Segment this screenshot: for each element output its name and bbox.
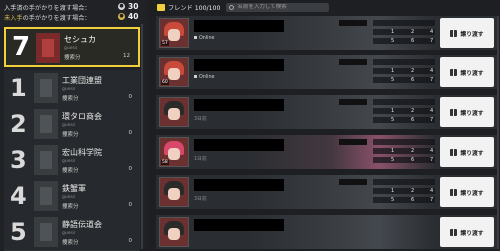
guild-count: 0 <box>128 94 133 100</box>
guild-sub: guess <box>62 195 76 200</box>
coin-icon: ● <box>118 13 125 20</box>
friend-avatar[interactable]: 60 <box>159 57 189 87</box>
hint-owned-value: 30 <box>128 2 139 11</box>
guild-rank: 5 <box>10 218 27 246</box>
guild-sub: guess <box>64 46 78 51</box>
guild-label: 捜索分 <box>64 55 81 61</box>
friend-stats: 1 2 4 5 6 7 <box>339 178 435 206</box>
guild-emblem-icon <box>34 73 58 103</box>
guild-emblem-icon <box>34 181 58 211</box>
guild-scrollbar[interactable] <box>141 24 143 249</box>
friend-row: 3日前 1 2 4 5 6 7 譲り渡す <box>156 95 498 129</box>
friend-name-redacted <box>194 59 284 71</box>
friend-status: 1日前 <box>194 157 207 162</box>
guild-item-commerce[interactable]: 2 環タロ商会 guess 捜索分 0 <box>4 106 140 143</box>
guild-sub: guess <box>62 123 76 128</box>
friend-name-redacted <box>194 139 284 151</box>
guild-item-industry[interactable]: 1 工業団連盟 guess 捜索分 0 <box>4 70 140 107</box>
hint-unowned: 未入手の手がかりを渡す場合： <box>4 15 91 22</box>
guild-count: 0 <box>128 238 133 244</box>
friend-row: 57 Online 1 2 4 5 6 7 譲り渡す <box>156 16 498 50</box>
gift-icon <box>450 148 458 156</box>
friend-name-redacted <box>194 219 284 231</box>
friend-avatar[interactable]: 58 <box>159 137 189 167</box>
give-button[interactable]: 譲り渡す <box>440 97 494 127</box>
guild-rank: 7 <box>12 32 31 62</box>
friend-avatar[interactable] <box>159 97 189 127</box>
give-button[interactable]: 譲り渡す <box>440 177 494 207</box>
friend-avatar[interactable] <box>159 217 189 247</box>
friend-status: 3日前 <box>194 117 207 122</box>
guild-emblem-icon <box>34 217 58 247</box>
search-icon <box>229 4 235 10</box>
guild-rank: 2 <box>10 110 27 138</box>
guild-emblem-icon <box>36 33 60 63</box>
gift-icon <box>450 188 458 196</box>
guild-item-seshuka[interactable]: 7 セシュカ guess 捜索分 12 <box>4 27 140 67</box>
give-button[interactable]: 譲り渡す <box>440 18 494 48</box>
guild-rank: 1 <box>10 74 27 102</box>
guild-count: 0 <box>128 166 133 172</box>
friend-stats: 1 2 4 5 6 7 <box>339 98 435 126</box>
hint-owned: 入手済の手がかりを渡す場合： <box>4 5 91 12</box>
guild-rank: 3 <box>10 146 27 174</box>
guild-count: 0 <box>128 130 133 136</box>
coin-icon: ● <box>118 3 125 10</box>
friend-status: Online <box>194 36 214 41</box>
gift-icon <box>450 228 458 236</box>
friend-row: 3日前 1 2 4 5 6 7 譲り渡す <box>156 175 498 209</box>
friend-stats: 1 2 4 5 6 7 <box>339 58 435 86</box>
friend-row: 58 1日前 1 2 4 5 6 7 譲り渡す <box>156 135 498 169</box>
guild-count: 0 <box>128 202 133 208</box>
friend-search[interactable] <box>226 2 330 12</box>
friend-row: 譲り渡す <box>156 215 498 249</box>
guild-item-crab-army[interactable]: 4 鉄蟹軍 guess 捜索分 0 <box>4 178 140 215</box>
gift-icon <box>450 108 458 116</box>
friend-status: Online <box>194 75 214 80</box>
guild-label: 捜索分 <box>62 240 79 246</box>
guild-emblem-icon <box>34 109 58 139</box>
friend-count-label: フレンド 100/100 <box>168 4 221 12</box>
friend-scrollbar[interactable] <box>497 16 499 249</box>
search-input[interactable] <box>237 4 328 10</box>
guild-label: 捜索分 <box>62 204 79 210</box>
guild-label: 捜索分 <box>62 96 79 102</box>
guild-item-science[interactable]: 3 宏山科学院 guess 捜索分 0 <box>4 142 140 179</box>
gift-icon <box>450 68 458 76</box>
give-button[interactable]: 譲り渡す <box>440 137 494 167</box>
friend-row: 60 Online 1 2 4 5 6 7 譲り渡す <box>156 55 498 89</box>
friend-panel: フレンド 100/100 57 Online 1 2 4 5 6 7 譲り渡す … <box>152 0 500 249</box>
guild-sub: guess <box>62 231 76 236</box>
guild-label: 捜索分 <box>62 132 79 138</box>
guild-name: セシュカ <box>64 35 96 44</box>
friend-status: 3日前 <box>194 197 207 202</box>
hint-unowned-value: 40 <box>128 12 139 21</box>
guild-panel: 入手済の手がかりを渡す場合： ● 30 未入手の手がかりを渡す場合： ● 40 … <box>0 0 148 251</box>
friend-name-redacted <box>194 20 284 32</box>
guild-sub: guess <box>62 87 76 92</box>
guild-item-silent[interactable]: 5 静語伝道会 guess 捜索分 0 <box>4 214 140 251</box>
friend-name-redacted <box>194 99 284 111</box>
guild-name: 宏山科学院 <box>62 148 102 157</box>
friend-stats: 1 2 4 5 6 7 <box>339 138 435 166</box>
guild-name: 環タロ商会 <box>62 112 102 121</box>
guild-name: 静語伝道会 <box>62 220 102 229</box>
friend-avatar[interactable]: 57 <box>159 18 189 48</box>
friend-avatar[interactable] <box>159 177 189 207</box>
friend-icon <box>157 3 165 11</box>
friend-header: フレンド 100/100 <box>157 2 330 12</box>
guild-name: 鉄蟹軍 <box>62 184 86 193</box>
give-button[interactable]: 譲り渡す <box>440 217 494 247</box>
friend-stats: 1 2 4 5 6 7 <box>339 19 435 47</box>
guild-label: 捜索分 <box>62 168 79 174</box>
guild-count: 12 <box>123 53 130 59</box>
guild-name: 工業団連盟 <box>62 76 102 85</box>
guild-emblem-icon <box>34 145 58 175</box>
gift-icon <box>450 29 458 37</box>
guild-rank: 4 <box>10 182 27 210</box>
give-button[interactable]: 譲り渡す <box>440 57 494 87</box>
guild-sub: guess <box>62 159 76 164</box>
friend-name-redacted <box>194 179 284 191</box>
